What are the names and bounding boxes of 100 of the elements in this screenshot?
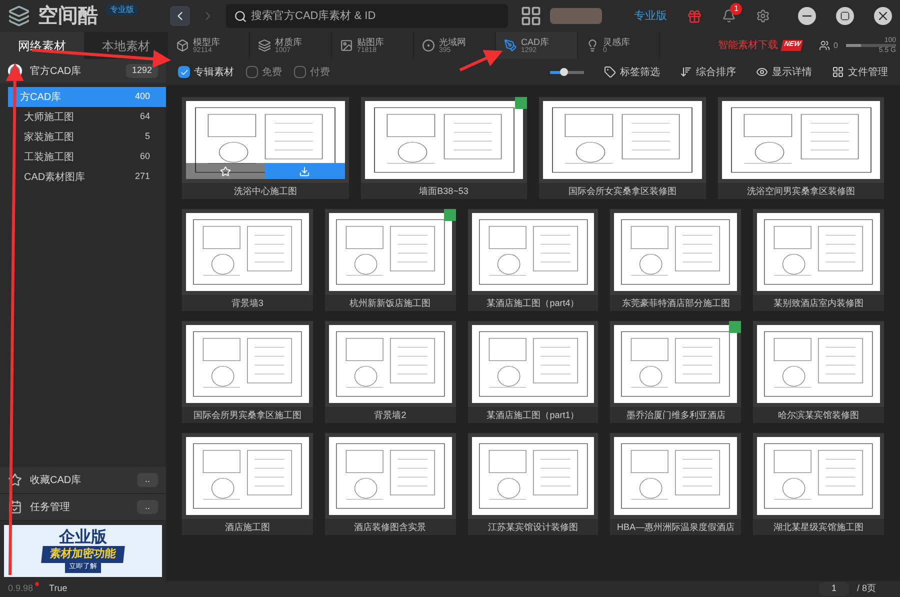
card-title: 哈尔滨某宾馆装修图 xyxy=(777,409,860,422)
search-input[interactable]: 搜索官方CAD库素材 & ID xyxy=(251,8,500,24)
sidebar-section[interactable]: 收藏CAD库 .. xyxy=(0,467,166,494)
material-card[interactable]: 墙面B38~53 xyxy=(360,97,527,199)
toolbar-button[interactable]: 标签筛选 xyxy=(604,64,660,80)
sidebar-item-label: CAD素材图库 xyxy=(24,170,86,184)
material-card[interactable]: 国际会所男宾桑拿区施工图 xyxy=(182,321,313,423)
library-tab-label: 贴图库 xyxy=(357,38,384,46)
card-title: 洗浴中心施工图 xyxy=(232,185,298,198)
sidebar-section-label: 任务管理 xyxy=(30,500,70,514)
card-title: 某别致酒店室内装修图 xyxy=(772,297,865,310)
card-title: 国际会所男宾桑拿区施工图 xyxy=(192,409,302,422)
material-card[interactable]: 某酒店施工图（part1） xyxy=(468,321,598,423)
filter-checkbox[interactable] xyxy=(246,66,258,78)
material-card[interactable]: 酒店装修图含实景 xyxy=(324,433,456,535)
material-card[interactable]: 国际会所女宾桑拿区装修图 xyxy=(539,97,706,199)
sidebar-item-count: 64 xyxy=(140,110,150,124)
sidebar-header-count: 1292 xyxy=(126,64,158,78)
filter-checkbox[interactable] xyxy=(178,66,190,78)
library-tab-label: 灵感库 xyxy=(603,38,630,46)
minimize-icon[interactable] xyxy=(798,7,816,25)
library-icon xyxy=(422,39,435,52)
toolbar-button[interactable]: 显示详情 xyxy=(756,64,812,80)
sidebar-item[interactable]: 家装施工图 5 xyxy=(0,127,166,147)
sidebar-item[interactable]: 大师施工图 64 xyxy=(0,107,166,127)
edition-link[interactable]: 专业版 xyxy=(634,8,667,24)
card-title: HBA—惠州洲际温泉度假酒店 xyxy=(616,521,736,534)
settings-icon[interactable] xyxy=(756,9,770,23)
material-card[interactable]: 墨乔治厦门维多利亚酒店 xyxy=(610,321,742,423)
favorite-button[interactable] xyxy=(186,163,266,179)
library-tab-label: CAD库 xyxy=(521,38,550,46)
promo-title: 企业版 xyxy=(59,530,107,546)
material-card[interactable]: 背景墙3 xyxy=(182,209,313,311)
arrow-annotation xyxy=(459,50,503,72)
material-card[interactable]: 杭州新新饭店施工图 xyxy=(324,209,456,311)
user-name-placeholder xyxy=(550,8,602,24)
material-card[interactable]: 洗浴中心施工图 xyxy=(182,97,348,199)
material-card[interactable]: 哈尔滨某宾馆装修图 xyxy=(753,321,884,423)
card-title: 东莞豪菲特酒店部分施工图 xyxy=(620,297,731,310)
sidebar-item-count: 271 xyxy=(134,170,150,184)
close-icon[interactable] xyxy=(874,7,892,25)
card-title: 湖北某星级宾馆施工图 xyxy=(772,521,865,534)
material-card[interactable]: 背景墙2 xyxy=(324,321,456,423)
library-icon xyxy=(586,39,599,52)
eye-icon xyxy=(756,66,768,78)
library-icon xyxy=(340,39,353,52)
search-icon xyxy=(234,10,247,22)
card-title: 某酒店施工图（part4） xyxy=(486,297,580,310)
more-button[interactable]: .. xyxy=(136,473,158,487)
material-card[interactable]: 酒店施工图 xyxy=(182,433,313,535)
promo-subtitle: 素材加密功能 xyxy=(41,546,125,562)
users-icon xyxy=(818,40,830,51)
material-card[interactable]: 某别致酒店室内装修图 xyxy=(753,209,884,311)
edition-badge: 专业版 xyxy=(106,4,138,16)
users-count: 0 xyxy=(834,40,838,52)
sidebar-item-count: 60 xyxy=(140,150,150,164)
filter-checkbox[interactable] xyxy=(294,66,306,78)
sidebar-section-label: 收藏CAD库 xyxy=(30,474,82,488)
maximize-icon[interactable] xyxy=(836,7,854,25)
grid-icon xyxy=(520,5,542,27)
card-title: 洗浴空间男宾桑拿区装修图 xyxy=(746,185,856,198)
material-card[interactable]: 某酒店施工图（part4） xyxy=(468,209,598,311)
material-card[interactable]: HBA—惠州洲际温泉度假酒店 xyxy=(610,433,742,535)
card-title: 江苏某宾馆设计装修图 xyxy=(486,521,579,534)
logo-icon xyxy=(8,5,30,27)
zoom-slider-thumb[interactable] xyxy=(560,68,568,76)
notification-icon[interactable] xyxy=(722,9,736,23)
filter-label: 付费 xyxy=(310,66,330,80)
back-button[interactable] xyxy=(170,6,190,26)
search-field[interactable]: 搜索官方CAD库素材 & ID xyxy=(226,4,508,28)
star-icon xyxy=(220,166,232,176)
card-title: 背景墙3 xyxy=(230,297,264,310)
library-tab-label: 模型库 xyxy=(193,38,220,46)
library-icon xyxy=(504,39,517,52)
material-card[interactable]: 湖北某星级宾馆施工图 xyxy=(753,433,884,535)
sidebar-item-label: 大师施工图 xyxy=(24,110,74,124)
sidebar-item-label: 方CAD库 xyxy=(20,90,62,104)
filter-label: 免费 xyxy=(262,66,282,80)
page-input[interactable]: 1 xyxy=(818,582,849,596)
tag-icon xyxy=(604,66,616,78)
download-icon xyxy=(299,166,310,176)
gift-icon[interactable] xyxy=(687,8,702,24)
grid-icon xyxy=(832,66,844,78)
filter-label: 专辑素材 xyxy=(194,66,234,80)
sidebar-header-label: 官方CAD库 xyxy=(30,64,82,78)
sidebar-item[interactable]: CAD素材图库 271 xyxy=(0,167,166,187)
card-title: 国际会所女宾桑拿区装修图 xyxy=(567,185,678,198)
material-card[interactable]: 洗浴空间男宾桑拿区装修图 xyxy=(718,97,884,199)
card-title: 墨乔治厦门维多利亚酒店 xyxy=(625,409,726,422)
card-title: 杭州新新饭店施工图 xyxy=(348,297,432,310)
more-button[interactable]: .. xyxy=(136,500,158,514)
sidebar-item[interactable]: 工装施工图 60 xyxy=(0,147,166,167)
card-title: 背景墙2 xyxy=(373,409,408,422)
toolbar-button[interactable]: 文件管理 xyxy=(832,64,888,80)
material-card[interactable]: 江苏某宾馆设计装修图 xyxy=(468,433,598,535)
sidebar-item-count: 400 xyxy=(134,90,150,104)
toolbar-button[interactable]: 综合排序 xyxy=(680,64,736,80)
material-card[interactable]: 东莞豪菲特酒店部分施工图 xyxy=(610,209,742,311)
sidebar-section[interactable]: 任务管理 .. xyxy=(0,494,166,521)
star-icon xyxy=(8,473,22,487)
